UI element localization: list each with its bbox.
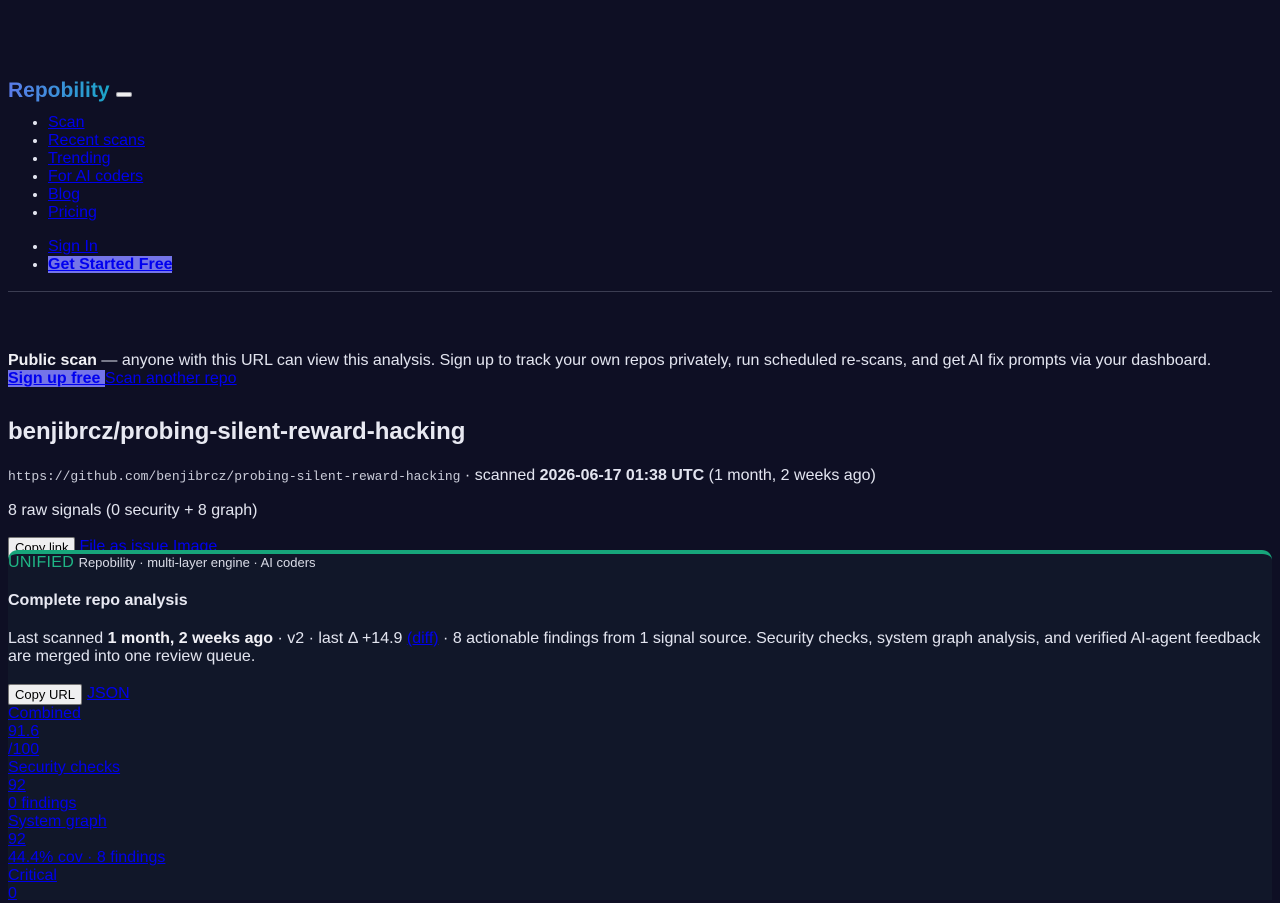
public-scan-notice: Public scan — anyone with this URL can v…: [8, 352, 1272, 388]
scanned-ago: (1 month, 2 weeks ago): [704, 467, 876, 484]
diff-link[interactable]: (diff): [407, 630, 439, 647]
brand-row: Repobility: [8, 78, 1272, 104]
scanned-at: 2026-06-17 01:38 UTC: [539, 467, 705, 484]
auth-nav: Sign In Get Started Free: [8, 238, 1272, 274]
copy-url-button[interactable]: Copy URL: [8, 683, 82, 705]
nav-pricing[interactable]: Pricing: [48, 204, 97, 221]
nav-trending[interactable]: Trending: [48, 150, 111, 167]
stat-security-value[interactable]: 92: [8, 777, 1272, 795]
public-scan-text: — anyone with this URL can view this ana…: [96, 352, 1212, 369]
desc-last-scanned: 1 month, 2 weeks ago: [107, 630, 274, 647]
repo-meta: https://github.com/benjibrcz/probing-sil…: [8, 467, 1272, 486]
card-title: Complete repo analysis: [8, 592, 188, 609]
brand-logo[interactable]: Repobility: [8, 79, 110, 103]
desc-prefix: Last scanned: [8, 630, 108, 647]
stat-graph-label[interactable]: System graph: [8, 813, 1272, 831]
scan-another-repo-link[interactable]: Scan another repo: [105, 370, 237, 387]
nav-scan[interactable]: Scan: [48, 114, 84, 131]
json-link[interactable]: JSON: [87, 685, 130, 703]
unified-header: UNIFIED Repobility · multi-layer engine …: [8, 554, 1272, 572]
stat-critical-value[interactable]: 0: [8, 885, 1272, 903]
unified-analysis-card: UNIFIED Repobility · multi-layer engine …: [8, 550, 1272, 903]
score-stats: Combined 91.6 /100 Security checks 92 0 …: [8, 705, 1272, 903]
stat-combined-label[interactable]: Combined: [8, 705, 1272, 723]
get-started-button[interactable]: Get Started Free: [48, 256, 173, 273]
public-scan-label: Public scan: [8, 352, 97, 369]
desc-version: · v2 · last Δ +14.9: [273, 630, 407, 647]
stat-critical-label[interactable]: Critical: [8, 867, 1272, 885]
unified-subtitle: Repobility · multi-layer engine · AI cod…: [78, 555, 316, 570]
menu-toggle-button[interactable]: [115, 91, 132, 97]
sign-in-link[interactable]: Sign In: [48, 238, 98, 255]
unified-tag: UNIFIED: [8, 554, 75, 571]
stat-graph-value[interactable]: 92: [8, 831, 1272, 849]
stat-combined-value[interactable]: 91.6: [8, 723, 1272, 741]
repo-title: benjibrcz/probing-silent-reward-hacking: [8, 418, 466, 445]
card-actions: Copy URL JSON: [8, 683, 1272, 705]
stat-graph-sub[interactable]: 44.4% cov · 8 findings: [8, 849, 1272, 867]
card-description: Last scanned 1 month, 2 weeks ago · v2 ·…: [8, 630, 1272, 666]
stat-security-label[interactable]: Security checks: [8, 759, 1272, 777]
repo-url: https://github.com/benjibrcz/probing-sil…: [8, 469, 461, 484]
stat-combined-sub[interactable]: /100: [8, 741, 1272, 759]
header-divider: [8, 291, 1272, 292]
nav-blog[interactable]: Blog: [48, 186, 80, 203]
raw-signals: 8 raw signals (0 security + 8 graph): [8, 502, 258, 519]
nav-recent-scans[interactable]: Recent scans: [48, 132, 145, 149]
site-header: Repobility Scan Recent scans Trending Fo…: [8, 0, 1272, 292]
sign-up-free-button[interactable]: Sign up free: [8, 370, 105, 387]
stat-security-sub[interactable]: 0 findings: [8, 795, 1272, 813]
main-nav: Scan Recent scans Trending For AI coders…: [8, 114, 1272, 222]
nav-for-ai-coders[interactable]: For AI coders: [48, 168, 143, 185]
scanned-prefix: · scanned: [460, 467, 540, 484]
